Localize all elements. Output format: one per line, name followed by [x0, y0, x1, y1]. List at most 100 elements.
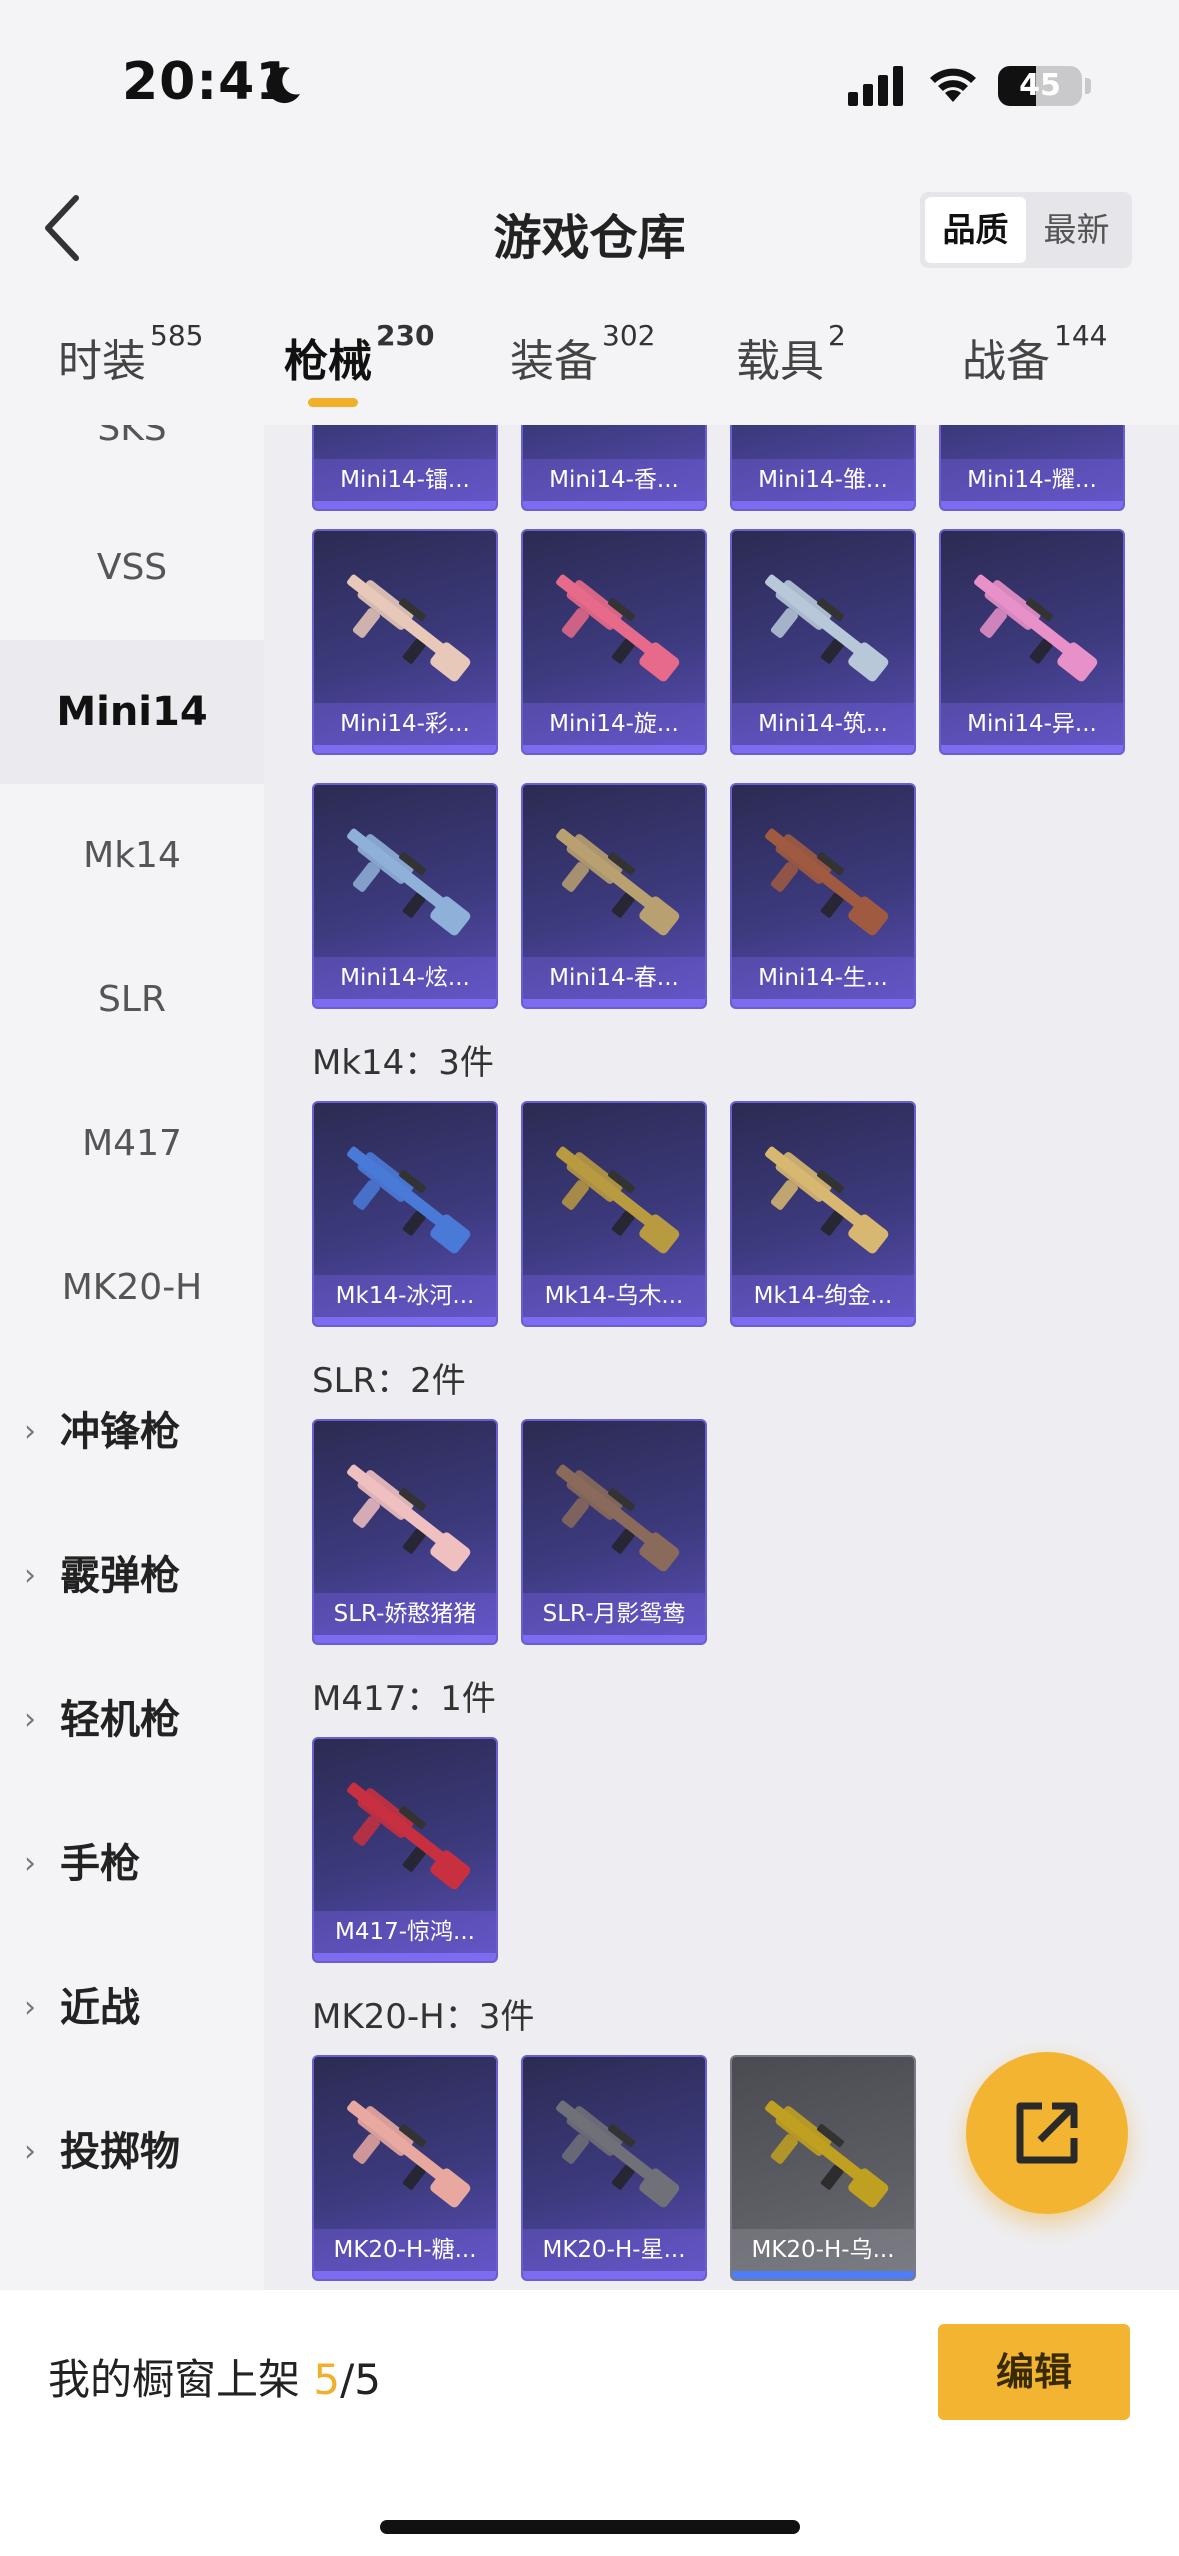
quality-bar	[314, 999, 496, 1007]
sidebar-item-m417[interactable]: M417	[0, 1072, 264, 1216]
sidebar-item-vss[interactable]: VSS	[0, 496, 264, 640]
weapon-card[interactable]: SLR-娇憨猪猪	[312, 1419, 498, 1645]
weapon-card[interactable]: SLR-月影鸳鸯	[521, 1419, 707, 1645]
sort-toggle: 品质 最新	[920, 192, 1132, 268]
edit-button[interactable]: 编辑	[938, 2324, 1130, 2420]
sort-newest-button[interactable]: 最新	[1026, 197, 1127, 263]
quality-bar	[314, 2271, 496, 2279]
weapon-card[interactable]: Mini14-筑...	[730, 529, 916, 755]
tab-count: 230	[376, 319, 435, 352]
weapon-card[interactable]: MK20-H-乌...	[730, 2055, 916, 2281]
quality-bar	[314, 1317, 496, 1325]
weapon-card[interactable]: Mini14-生...	[730, 783, 916, 1009]
weapon-skin-icon	[347, 1464, 471, 1572]
tab-equipment[interactable]: 装备302	[510, 319, 655, 389]
tab-vehicles[interactable]: 载具2	[736, 319, 846, 389]
weapon-skin-icon	[347, 828, 471, 936]
weapon-card-label: Mini14-彩...	[314, 703, 496, 745]
weapon-grid: Mk14：3件 SLR：2件 M417：1件 MK20-H：3件 Mini14-…	[264, 425, 1179, 2290]
weapon-card-label: M417-惊鸿...	[314, 1911, 496, 1953]
weapon-skin-icon	[556, 574, 680, 682]
share-icon	[1016, 2102, 1078, 2164]
sidebar-item-mk20h[interactable]: MK20-H	[0, 1216, 264, 1360]
weapon-card-label: Mk14-绚金...	[732, 1275, 914, 1317]
tab-label: 战备	[962, 336, 1050, 387]
weapon-skin-icon	[347, 574, 471, 682]
sidebar-category-pistol[interactable]: › 手枪	[0, 1792, 264, 1936]
quality-bar	[314, 745, 496, 753]
weapon-card-label: Mini14-雏...	[732, 459, 914, 501]
weapon-card-label: Mini14-春...	[523, 957, 705, 999]
category-label: 手枪	[60, 1841, 140, 1887]
quality-bar	[732, 2271, 914, 2279]
weapon-card-label: Mini14-炫...	[314, 957, 496, 999]
weapon-card-label: Mini14-耀...	[941, 459, 1123, 501]
battery-tip	[1085, 78, 1091, 94]
weapon-card[interactable]: Mini14-旋...	[521, 529, 707, 755]
weapon-sidebar: SKS VSS Mini14 Mk14 SLR M417 MK20-H › 冲锋枪…	[0, 425, 264, 2290]
share-button[interactable]	[966, 2052, 1128, 2214]
sidebar-item-slr[interactable]: SLR	[0, 928, 264, 1072]
weapon-card[interactable]: Mini14-炫...	[312, 783, 498, 1009]
sidebar-item-sks[interactable]: SKS	[0, 425, 264, 501]
category-label: 轻机枪	[60, 1697, 180, 1743]
quality-bar	[732, 745, 914, 753]
weapon-card[interactable]: Mini14-春...	[521, 783, 707, 1009]
chevron-right-icon: ›	[24, 1990, 36, 2025]
quality-bar	[732, 1317, 914, 1325]
section-title-mk14: Mk14：3件	[312, 1043, 494, 1083]
tab-firearms[interactable]: 枪械230	[284, 319, 434, 389]
chevron-right-icon: ›	[24, 1702, 36, 1737]
sidebar-category-throwable[interactable]: › 投掷物	[0, 2080, 264, 2224]
quality-bar	[314, 1953, 496, 1961]
quality-bar	[523, 501, 705, 509]
weapon-card[interactable]: Mini14-耀...	[939, 425, 1125, 511]
quality-bar	[523, 999, 705, 1007]
wifi-icon	[930, 68, 976, 102]
sort-quality-button[interactable]: 品质	[925, 197, 1026, 263]
chevron-right-icon: ›	[24, 1846, 36, 1881]
category-label: 近战	[60, 1985, 140, 2031]
weapon-card[interactable]: MK20-H-星...	[521, 2055, 707, 2281]
weapon-skin-icon	[765, 2100, 889, 2208]
moon-icon	[266, 67, 300, 104]
weapon-skin-icon	[347, 1782, 471, 1890]
sidebar-category-shotgun[interactable]: › 霰弹枪	[0, 1504, 264, 1648]
weapon-card-label: MK20-H-乌...	[732, 2229, 914, 2271]
weapon-card[interactable]: Mk14-乌木...	[521, 1101, 707, 1327]
weapon-card-label: SLR-娇憨猪猪	[314, 1593, 496, 1635]
weapon-card[interactable]: M417-惊鸿...	[312, 1737, 498, 1963]
header: 游戏仓库 品质 最新	[0, 150, 1179, 300]
sidebar-category-melee[interactable]: › 近战	[0, 1936, 264, 2080]
sidebar-category-lmg[interactable]: › 轻机枪	[0, 1648, 264, 1792]
weapon-card[interactable]: Mk14-冰河...	[312, 1101, 498, 1327]
quality-bar	[523, 1317, 705, 1325]
tab-supplies[interactable]: 战备144	[962, 319, 1107, 389]
showcase-total: /5	[340, 2355, 381, 2404]
quality-bar	[732, 501, 914, 509]
weapon-card[interactable]: Mini14-雏...	[730, 425, 916, 511]
category-label: 投掷物	[60, 2129, 180, 2175]
weapon-card-label: Mini14-筑...	[732, 703, 914, 745]
active-tab-indicator	[308, 398, 358, 407]
weapon-card[interactable]: Mini14-异...	[939, 529, 1125, 755]
tab-costume[interactable]: 时装585	[58, 319, 203, 389]
quality-bar	[732, 999, 914, 1007]
sidebar-item-mini14[interactable]: Mini14	[0, 640, 264, 784]
weapon-skin-icon	[556, 1146, 680, 1254]
weapon-skin-icon	[347, 2100, 471, 2208]
weapon-card-label: MK20-H-糖...	[314, 2229, 496, 2271]
section-title-slr: SLR：2件	[312, 1361, 466, 1401]
weapon-card[interactable]: Mini14-香...	[521, 425, 707, 511]
showcase-status: 我的橱窗上架 5/5	[48, 2346, 381, 2407]
quality-bar	[941, 745, 1123, 753]
weapon-card[interactable]: Mk14-绚金...	[730, 1101, 916, 1327]
weapon-card[interactable]: Mini14-彩...	[312, 529, 498, 755]
section-title-m417: M417：1件	[312, 1679, 496, 1719]
sidebar-item-mk14[interactable]: Mk14	[0, 784, 264, 928]
sidebar-category-smg[interactable]: › 冲锋枪	[0, 1360, 264, 1504]
weapon-card[interactable]: Mini14-镭...	[312, 425, 498, 511]
weapon-skin-icon	[765, 828, 889, 936]
weapon-card[interactable]: MK20-H-糖...	[312, 2055, 498, 2281]
battery-icon: 45	[998, 66, 1082, 106]
